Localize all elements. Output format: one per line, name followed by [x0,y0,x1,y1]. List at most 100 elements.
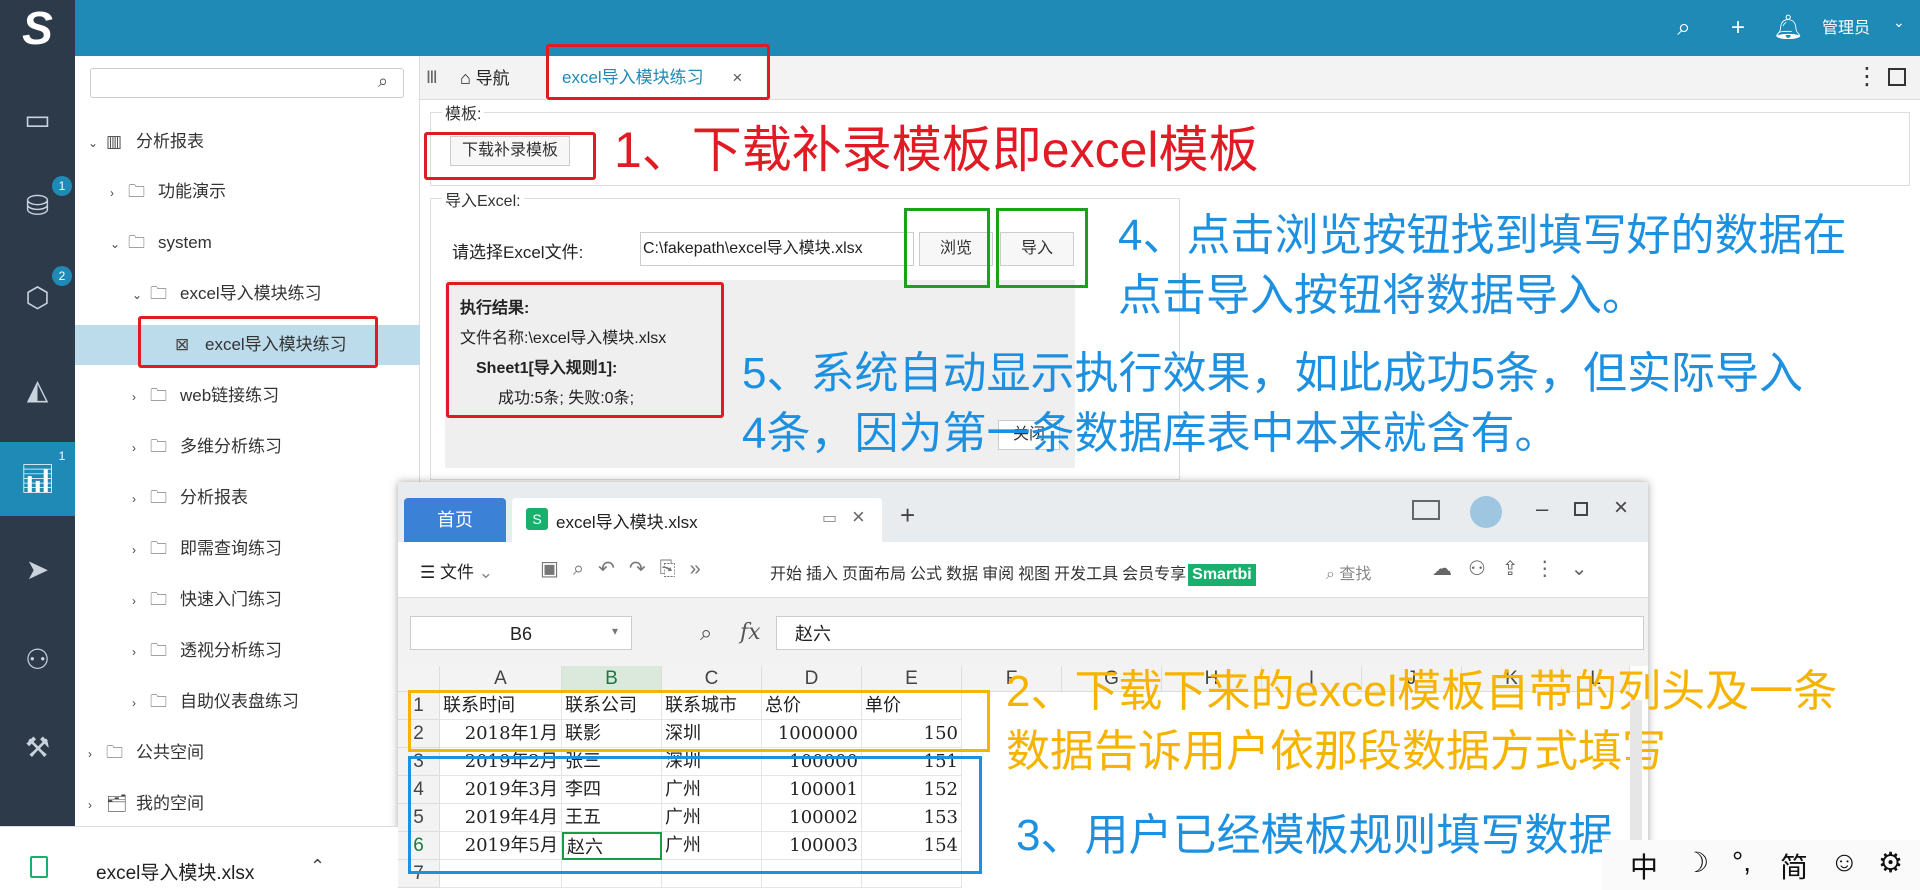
user-settings-icon[interactable]: ⚇ [0,630,75,690]
search-box[interactable]: ⌕ 查找 [1326,560,1371,584]
column-header[interactable]: E [862,666,962,692]
search-icon[interactable]: ⌕ [1666,10,1702,46]
monitor-icon[interactable]: ▭ [0,90,75,150]
plus-icon[interactable]: + [1720,10,1756,46]
template-legend: 模板: [442,100,485,124]
tree-item-label: 即需查询练习 [180,539,282,558]
chevron-down-icon[interactable]: ▾ [612,624,618,638]
folder-icon: 🗀 [150,437,167,456]
file-menu-label: 文件 [439,563,474,582]
annotation-step5-line1: 5、系统自动显示执行效果，如此成功5条，但实际导入 [742,349,1803,398]
toolbar-right-icons[interactable]: ☁⚇⇪⋮⌄ [1432,556,1603,581]
column-header[interactable]: C [662,666,762,692]
tree-item[interactable]: › 🗀 即需查询练习 [132,529,420,569]
tree-item-label: 自助仪表盘练习 [180,692,299,711]
tree-item[interactable]: ⌄ 🗀 excel导入模块练习 [132,274,420,314]
tree-item[interactable]: › 🗀 自助仪表盘练习 [132,682,420,722]
menu-start[interactable]: 开始 [768,560,804,584]
wps-file-tab[interactable]: S excel导入模块.xlsx ▭ × [512,498,882,542]
tree-item[interactable]: ⌄ ▥ 分析报表 [88,122,418,162]
ime-simplified-toggle[interactable]: 简 [1780,846,1808,886]
tree-item-label: web链接练习 [180,386,280,405]
layers-icon[interactable]: ◭ [0,360,75,420]
search-icon[interactable]: ⌕ [378,71,388,92]
tree-item[interactable]: › 🗀 快速入门练习 [132,580,420,620]
menu-page-layout[interactable]: 页面布局 [840,560,908,584]
tree-item[interactable]: ⌄ 🗀 system [110,223,420,263]
send-icon[interactable]: ➤ [0,540,75,600]
tab-nav[interactable]: ⌂ 导航 [460,56,550,100]
folder-icon: 🗀 [150,488,167,507]
rail-badge: 1 [52,176,72,196]
chevron-down-icon: ⌄ [88,136,99,150]
chevron-up-icon[interactable]: ⌃ [310,856,325,877]
wps-home-tab[interactable]: 首页 [404,498,506,542]
column-header[interactable]: D [762,666,862,692]
app-logo[interactable]: S [0,0,75,56]
chevron-down-icon: ⌄ [478,563,493,582]
menu-view[interactable]: 视图 [1016,560,1052,584]
zoom-icon[interactable]: ⌕ [700,620,712,646]
chevron-right-icon: › [132,645,136,659]
bell-icon[interactable]: 🔔︎ [1770,10,1806,46]
download-file-name[interactable]: excel导入模块.xlsx [96,858,254,885]
menu-formula[interactable]: 公式 [908,560,944,584]
tree-item[interactable]: › 🗀 多维分析练习 [132,427,420,467]
formula-input[interactable]: 赵六 [776,616,1644,650]
file-menu[interactable]: ☰ 文件 ⌄ [420,558,493,583]
rail-badge: 1 [52,446,72,466]
menu-smartbi[interactable]: Smartbi [1188,564,1256,586]
collapse-icon[interactable]: Ⅲ [426,56,446,100]
emoji-icon[interactable]: ☺ [1830,846,1859,878]
select-all-corner[interactable] [398,666,440,692]
minimize-icon[interactable]: – [1536,496,1548,522]
maximize-icon[interactable] [1888,68,1906,86]
moon-icon[interactable]: ☽ [1684,846,1709,879]
file-path-input[interactable]: C:\fakepath\excel导入模块.xlsx [640,232,914,266]
menu-data[interactable]: 数据 [944,560,980,584]
tree-item-label: 公共空间 [136,743,204,762]
tree-item-label: 我的空间 [136,794,204,813]
folder-icon: 🗀 [128,233,145,252]
more-vertical-icon[interactable]: ⋮ [1855,62,1879,91]
column-header[interactable]: A [440,666,562,692]
chevron-down-icon[interactable]: ⌄ [1893,14,1905,31]
tree-item[interactable]: › 🗀 功能演示 [110,172,420,212]
tree-item[interactable]: › 🗂 我的空间 [88,784,418,824]
highlight-box [408,690,990,752]
annotation-step1: 1、下载补录模板即excel模板 [614,122,1259,178]
rail-badge: 2 [52,266,72,286]
punctuation-icon[interactable]: °, [1732,846,1751,878]
tree-item[interactable]: › 🗀 透视分析练习 [132,631,420,671]
tree-item[interactable]: › 🗀 公共空间 [88,733,418,773]
quick-access-icons[interactable]: ▣⌕↶↷⎘» [540,556,715,581]
ime-chinese-toggle[interactable]: 中 [1630,846,1658,886]
tree-item-label: 透视分析练习 [180,641,282,660]
menu-dev-tools[interactable]: 开发工具 [1052,560,1120,584]
highlight-box [138,316,378,368]
folder-icon: 🗀 [150,284,167,303]
gear-icon[interactable]: ⚙ [1878,846,1903,879]
avatar[interactable] [1470,496,1502,528]
pin-icon[interactable]: ▭ [822,508,837,528]
tree-item-label: excel导入模块练习 [180,284,322,303]
menu-review[interactable]: 审阅 [980,560,1016,584]
window-layout-icon[interactable] [1412,500,1440,520]
tree-item[interactable]: › 🗀 分析报表 [132,478,420,518]
close-icon[interactable]: × [1614,494,1628,522]
highlight-box [546,44,770,100]
tree-search-input[interactable] [90,68,404,98]
user-menu-label[interactable]: 管理员 [1822,14,1870,38]
tools-icon[interactable]: ⚒ [0,718,75,778]
tree-item-label: 多维分析练习 [180,437,282,456]
chevron-right-icon: › [132,492,136,506]
close-icon[interactable]: × [852,504,865,530]
menu-insert[interactable]: 插入 [804,560,840,584]
fx-icon[interactable]: fx [740,620,761,645]
column-header[interactable]: B [562,666,662,692]
name-box[interactable]: B6 [410,616,632,650]
tree-item[interactable]: › 🗀 web链接练习 [132,376,420,416]
maximize-icon[interactable] [1574,502,1588,516]
menu-member[interactable]: 会员专享 [1120,560,1188,584]
add-tab-button[interactable]: + [900,500,915,531]
